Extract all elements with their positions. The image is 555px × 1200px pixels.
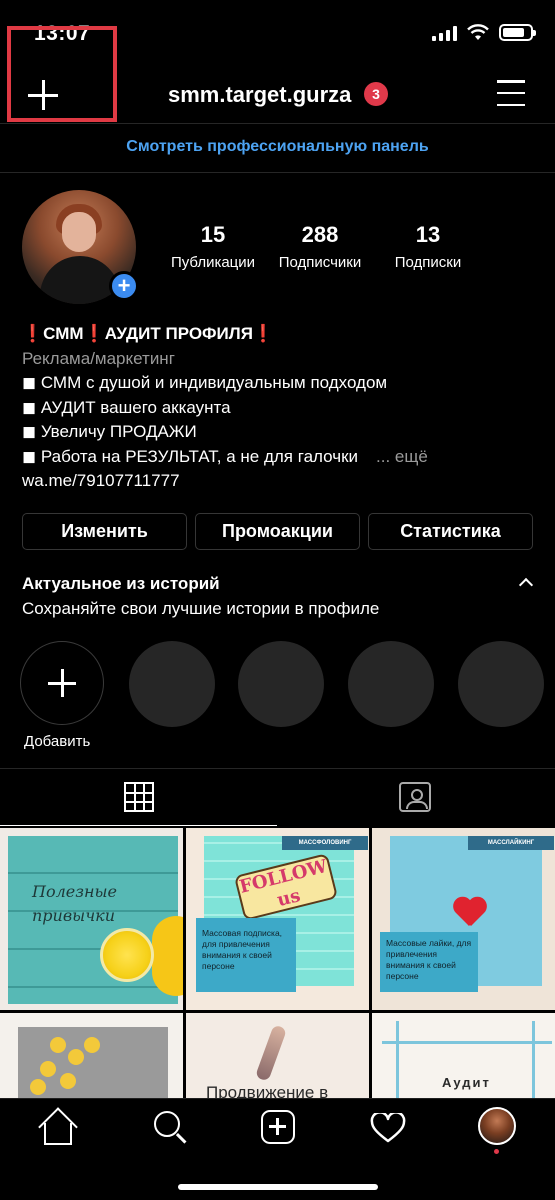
profile-icon[interactable] — [478, 1107, 516, 1145]
post-thumbnail[interactable]: Продвижение в — [186, 1013, 369, 1098]
stat-following[interactable]: 13 Подписки — [378, 222, 478, 271]
stat-followers-value: 288 — [301, 222, 339, 247]
post-thumbnail[interactable]: Аудит — [372, 1013, 555, 1098]
post-caption: Аудит — [442, 1075, 491, 1090]
post-thumbnail[interactable]: МАССЛАЙКИНГ Массовые лайки, для привлече… — [372, 828, 555, 1010]
bio-line: ◼ АУДИТ вашего аккаунта — [22, 397, 231, 417]
chevron-up-icon[interactable] — [518, 577, 534, 593]
add-highlight-button[interactable] — [20, 641, 104, 725]
home-icon[interactable] — [38, 1107, 78, 1147]
highlight-placeholder — [129, 641, 215, 727]
tab-tagged[interactable] — [277, 768, 555, 826]
tagged-icon — [399, 782, 431, 812]
plus-icon — [48, 669, 76, 697]
add-story-button[interactable]: + — [109, 271, 139, 301]
header-divider — [0, 123, 555, 124]
stat-following-label: Подписки — [394, 254, 462, 271]
post-caption: Продвижение в — [206, 1083, 329, 1098]
battery-icon — [499, 24, 536, 41]
bio-category[interactable]: Реклама/маркетинг — [22, 347, 542, 372]
promotions-button[interactable]: Промоакции — [195, 513, 360, 550]
bio-name: ❗СММ❗АУДИТ ПРОФИЛЯ❗ — [22, 324, 275, 343]
bio-line: ◼ Работа на РЕЗУЛЬТАТ, а не для галочки — [22, 446, 358, 466]
post-thumbnail[interactable]: МАССФОЛОВИНГ FOLLOW us Массовая подписка… — [186, 828, 369, 1010]
bio-line: ◼ СММ с душой и индивидуальным подходом — [22, 373, 388, 392]
grid-icon — [124, 782, 154, 812]
post-caption: Массовая подписка, для привлечения внима… — [196, 918, 296, 992]
insights-button[interactable]: Статистика — [368, 513, 533, 550]
pro-link-divider — [0, 172, 555, 173]
stat-posts-value: 15 — [200, 222, 226, 247]
post-caption: Массовые лайки, для привлечения внимания… — [380, 932, 478, 992]
stat-followers-label: Подписчики — [278, 254, 362, 271]
new-post-icon[interactable] — [258, 1107, 298, 1147]
post-tag: МАССЛАЙКИНГ — [468, 836, 554, 850]
post-thumbnail[interactable] — [0, 1013, 183, 1098]
heart-balloon-icon — [452, 898, 486, 928]
highlight-frame — [7, 26, 117, 122]
profile-notification-dot — [494, 1149, 499, 1154]
notification-badge: 3 — [364, 82, 388, 106]
tab-posts-grid[interactable] — [0, 768, 277, 826]
highlight-placeholder — [348, 641, 434, 727]
profile-username[interactable]: smm.target.gurza — [168, 82, 351, 108]
highlight-placeholder — [238, 641, 324, 727]
plus-icon[interactable] — [28, 80, 58, 110]
bio-link[interactable]: wa.me/79107711777 — [22, 469, 542, 494]
edit-profile-button[interactable]: Изменить — [22, 513, 187, 550]
cellular-signal-icon — [432, 25, 457, 41]
search-icon[interactable] — [150, 1107, 190, 1147]
stat-posts-label: Публикации — [170, 254, 256, 271]
home-indicator[interactable] — [178, 1184, 378, 1190]
post-tag: МАССФОЛОВИНГ — [282, 836, 368, 850]
heart-icon[interactable] — [368, 1107, 408, 1147]
bio-more-link[interactable]: ... ещё — [376, 447, 428, 466]
feather-icon — [254, 1024, 288, 1082]
stat-posts[interactable]: 15 Публикации — [163, 222, 263, 271]
professional-dashboard-link[interactable]: Смотреть профессиональную панель — [0, 138, 555, 156]
highlights-subtitle: Сохраняйте свои лучшие истории в профиле — [22, 599, 380, 618]
add-highlight-label: Добавить — [24, 733, 91, 750]
wifi-icon — [467, 24, 489, 40]
post-thumbnail[interactable]: Полезные привычки — [0, 828, 183, 1010]
highlights-title: Актуальное из историй — [22, 574, 220, 593]
post-caption: Полезные привычки — [32, 882, 118, 925]
status-icons — [432, 24, 536, 41]
menu-icon[interactable] — [497, 80, 525, 106]
highlight-placeholder — [458, 641, 544, 727]
stat-following-value: 13 — [415, 222, 441, 247]
bio-line: ◼ Увеличу ПРОДАЖИ — [22, 422, 197, 441]
bio: ❗СММ❗АУДИТ ПРОФИЛЯ❗ Реклама/маркетинг ◼ … — [22, 322, 542, 494]
stat-followers[interactable]: 288 Подписчики — [270, 222, 370, 271]
